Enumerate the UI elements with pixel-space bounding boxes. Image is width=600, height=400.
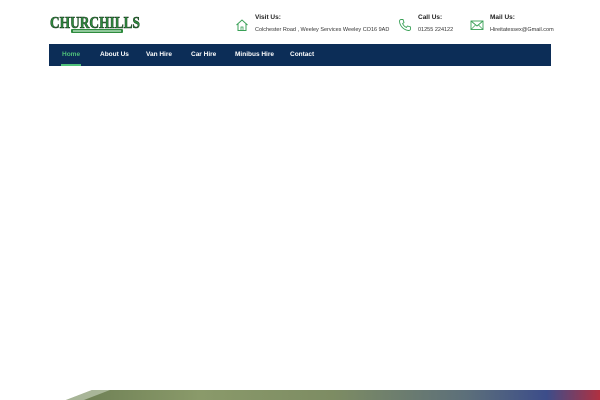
contact-visit: Visit Us: Colchester Road , Weeley Servi… — [235, 14, 389, 38]
contact-call-title: Call Us: — [418, 14, 443, 21]
nav-item-minibus-hire[interactable]: Minibus Hire — [235, 44, 274, 66]
main-nav: Home About Us Van Hire Car Hire Minibus … — [49, 44, 551, 66]
contact-call: Call Us: 01255 224122 — [398, 14, 458, 38]
house-icon — [235, 18, 249, 32]
contact-visit-address: Colchester Road , Weeley Services Weeley… — [255, 27, 390, 33]
nav-item-van-hire[interactable]: Van Hire — [146, 44, 172, 66]
contact-call-phone[interactable]: 01255 224122 — [418, 27, 453, 33]
phone-icon — [398, 18, 412, 32]
site-header: CHURCHILLS Visit Us: Colchester Road , W… — [0, 0, 600, 44]
nav-item-car-hire[interactable]: Car Hire — [191, 44, 216, 66]
contact-mail-email[interactable]: Hireitatessex@Gmail.com — [490, 27, 554, 33]
nav-item-contact[interactable]: Contact — [290, 44, 314, 66]
contact-visit-title: Visit Us: — [255, 14, 281, 21]
envelope-icon — [470, 18, 484, 32]
hero-image — [0, 390, 600, 400]
nav-item-home[interactable]: Home — [60, 44, 82, 66]
contact-mail-title: Mail Us: — [490, 14, 515, 21]
site-logo[interactable]: CHURCHILLS — [49, 13, 142, 35]
contact-mail: Mail Us: Hireitatessex@Gmail.com — [470, 14, 560, 38]
nav-item-about-us[interactable]: About Us — [100, 44, 129, 66]
